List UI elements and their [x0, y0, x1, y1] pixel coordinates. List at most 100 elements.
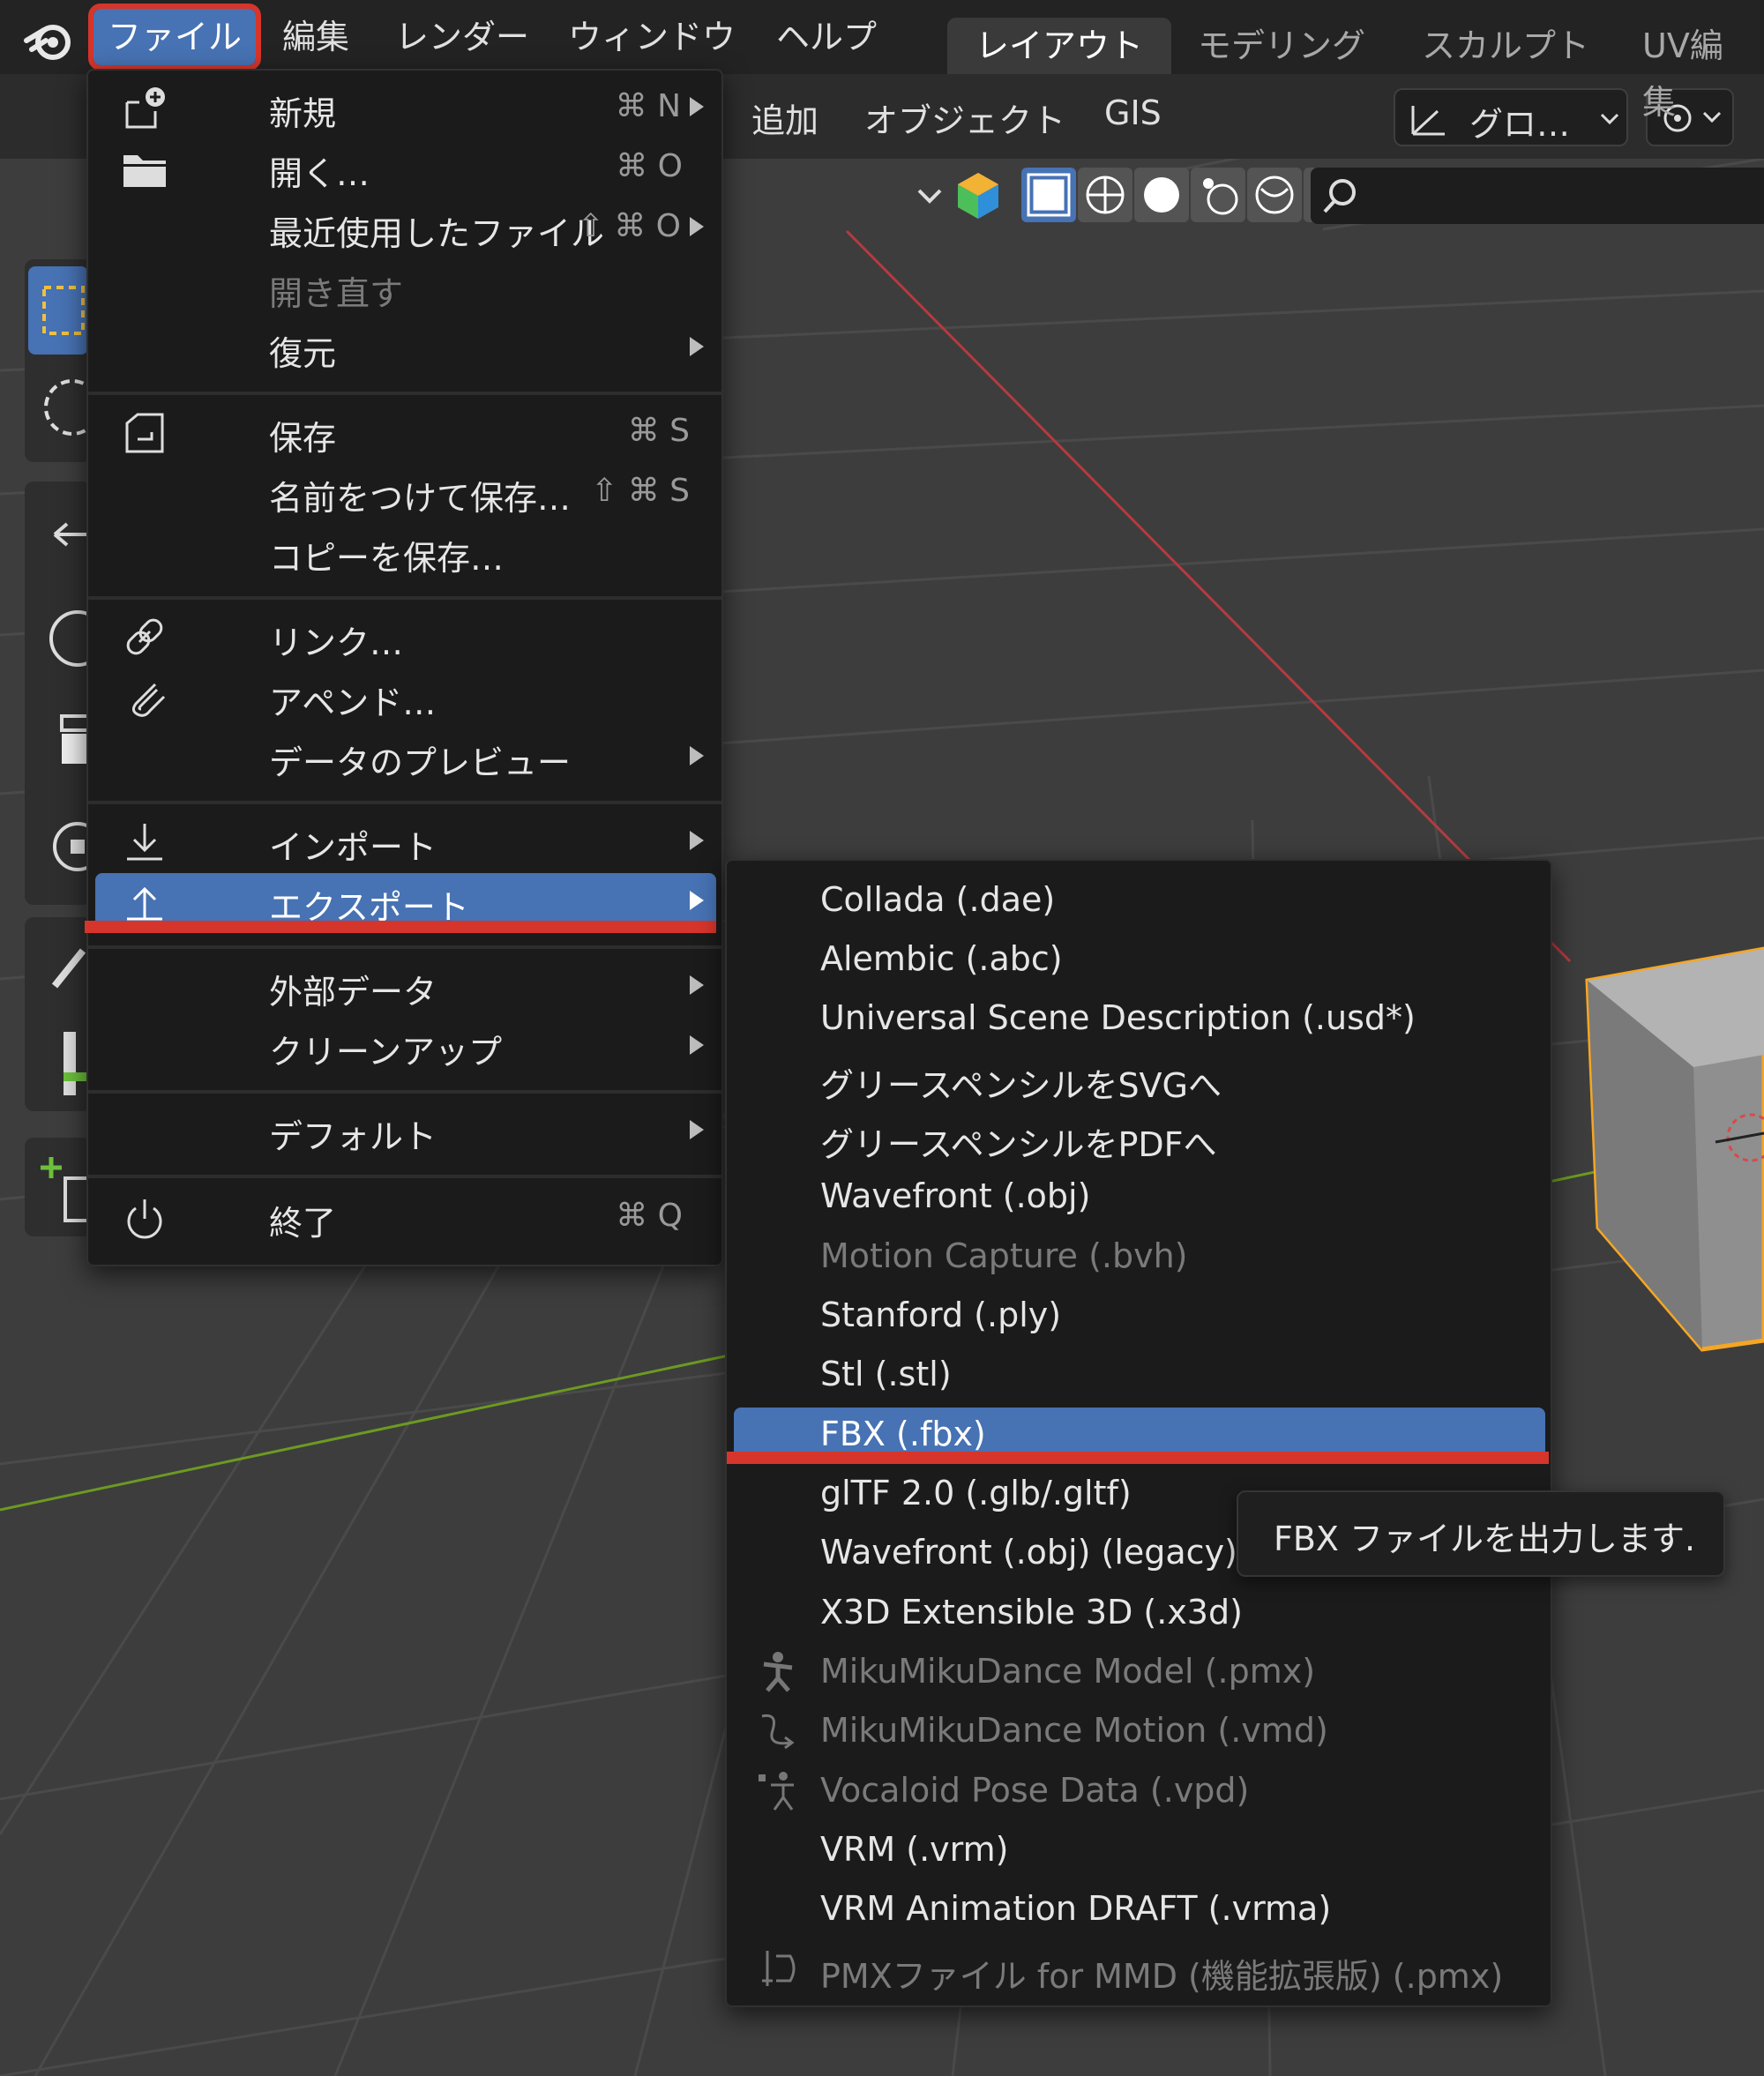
- tool-transform-button[interactable]: [28, 801, 102, 889]
- file-save-item[interactable]: 保存 ⌘ S: [95, 404, 716, 460]
- mmd-model-icon: [763, 1652, 793, 1692]
- export-item-label: PMXファイル for MMD (機能拡張版) (.pmx): [820, 1957, 1504, 1996]
- save-icon: [125, 413, 164, 453]
- export-highlight-underline: [85, 921, 716, 933]
- submenu-arrow-icon: [690, 975, 704, 995]
- top-menu-bar: ファイル 編集 レンダー ウィンドウ ヘルプ レイアウト モデリング スカルプト…: [0, 0, 1764, 122]
- file-defaults-item[interactable]: デフォルト: [95, 1102, 716, 1159]
- wireframe-shading-button[interactable]: [1078, 168, 1132, 222]
- rendered-shading-button[interactable]: [1247, 168, 1302, 222]
- file-append-item[interactable]: アペンド…: [95, 668, 716, 725]
- export-item-label: グリースペンシルをPDFへ: [820, 1125, 1217, 1164]
- chevron-down-icon[interactable]: [914, 185, 946, 206]
- tool-add-cube-button[interactable]: [28, 1143, 90, 1231]
- export-item-label: MikuMikuDance Model (.pmx): [820, 1652, 1316, 1691]
- submenu-arrow-icon: [690, 746, 704, 765]
- file-data-preview-label: データのプレビュー: [269, 743, 572, 782]
- export-pmx-extended-item: PMXファイル for MMD (機能拡張版) (.pmx): [734, 1942, 1545, 1997]
- file-save-as-label: 名前をつけて保存…: [269, 479, 572, 518]
- file-recent-label: 最近使用したファイル: [269, 214, 605, 253]
- export-gp-svg-item[interactable]: グリースペンシルをSVGへ: [734, 1051, 1545, 1106]
- tool-annotate-pen-button[interactable]: [28, 924, 88, 1012]
- export-item-label: VRM Animation DRAFT (.vrma): [820, 1889, 1332, 1928]
- file-link-label: リンク…: [269, 624, 404, 662]
- tab-layout[interactable]: レイアウト: [947, 18, 1172, 74]
- menu-file[interactable]: ファイル: [87, 4, 262, 71]
- file-recent-item[interactable]: 最近使用したファイル ⇧ ⌘ O: [95, 199, 716, 256]
- solid-shading-button[interactable]: [1134, 168, 1189, 222]
- file-save-copy-item[interactable]: コピーを保存…: [95, 524, 716, 580]
- tool-move-button[interactable]: [28, 490, 90, 579]
- export-alembic-item[interactable]: Alembic (.abc): [734, 932, 1545, 987]
- menu-window[interactable]: ウィンドウ: [554, 9, 750, 65]
- menu-separator: [88, 1090, 721, 1094]
- tool-measure-button[interactable]: [28, 1019, 88, 1108]
- file-import-item[interactable]: インポート: [95, 813, 716, 870]
- export-vrm-item[interactable]: VRM (.vrm): [734, 1823, 1545, 1878]
- export-usd-item[interactable]: Universal Scene Description (.usd*): [734, 991, 1545, 1046]
- export-stl-item[interactable]: Stl (.stl): [734, 1348, 1545, 1402]
- export-item-label: Motion Capture (.bvh): [820, 1236, 1188, 1275]
- export-obj-item[interactable]: Wavefront (.obj): [734, 1169, 1545, 1224]
- header-object-menu[interactable]: オブジェクト: [864, 93, 1065, 142]
- file-external-data-label: 外部データ: [269, 973, 437, 1012]
- export-collada-item[interactable]: Collada (.dae): [734, 873, 1545, 928]
- viewport-search-field[interactable]: [1311, 168, 1764, 224]
- blender-logo-icon[interactable]: [23, 14, 74, 65]
- export-vpd-item: Vocaloid Pose Data (.vpd): [734, 1764, 1545, 1818]
- move-icon: [53, 522, 90, 547]
- file-open-item[interactable]: 開く… ⌘ O: [95, 139, 716, 196]
- link-icon: [126, 618, 163, 655]
- menu-help[interactable]: ヘルプ: [762, 9, 891, 65]
- gizmo-color-icon[interactable]: [956, 171, 1000, 220]
- header-gis-menu[interactable]: GIS: [1104, 93, 1162, 132]
- file-quit-label: 終了: [269, 1204, 337, 1243]
- xray-toggle-button[interactable]: [1021, 168, 1076, 222]
- submenu-arrow-icon: [690, 1120, 704, 1139]
- export-submenu: Collada (.dae) Alembic (.abc) Universal …: [725, 859, 1552, 2007]
- folder-icon: [123, 155, 166, 187]
- material-shading-button[interactable]: [1191, 168, 1245, 222]
- chevron-down-icon: [1600, 113, 1619, 125]
- export-item-label: Collada (.dae): [820, 880, 1056, 919]
- file-open-shortcut: ⌘ O: [616, 148, 683, 184]
- export-ply-item[interactable]: Stanford (.ply): [734, 1288, 1545, 1343]
- menu-edit[interactable]: 編集: [268, 9, 363, 65]
- export-item-label: グリースペンシルをSVGへ: [820, 1066, 1222, 1105]
- pose-icon: [759, 1772, 794, 1811]
- tooltip-text: FBX ファイルを出力します.: [1274, 1520, 1696, 1558]
- xray-icon: [1027, 173, 1071, 217]
- export-gp-pdf-item[interactable]: グリースペンシルをPDFへ: [734, 1110, 1545, 1165]
- file-open-label: 開く…: [269, 154, 370, 193]
- tab-uv-editing[interactable]: UV編集: [1614, 18, 1764, 122]
- export-item-label: Stanford (.ply): [820, 1296, 1062, 1334]
- orientation-dropdown[interactable]: グロ…: [1394, 88, 1628, 146]
- file-cleanup-item[interactable]: クリーンアップ: [95, 1018, 716, 1074]
- tab-modeling[interactable]: モデリング: [1170, 18, 1394, 74]
- tool-rotate-button[interactable]: [28, 593, 106, 681]
- file-append-label: アペンド…: [269, 683, 437, 722]
- file-new-item[interactable]: 新規 ⌘ N: [95, 79, 716, 136]
- menu-separator: [88, 596, 721, 600]
- pmx-icon: [762, 1951, 796, 1986]
- menu-separator: [88, 1175, 721, 1178]
- tool-scale-button[interactable]: [28, 698, 90, 787]
- file-external-data-item[interactable]: 外部データ: [95, 958, 716, 1014]
- select-tool-group: [25, 259, 101, 462]
- tool-cursor-button[interactable]: [28, 363, 101, 452]
- export-bvh-item: Motion Capture (.bvh): [734, 1229, 1545, 1284]
- solid-icon: [1144, 177, 1179, 213]
- menu-render[interactable]: レンダー: [381, 9, 543, 65]
- export-vrma-item[interactable]: VRM Animation DRAFT (.vrma): [734, 1882, 1545, 1937]
- file-quit-item[interactable]: 終了 ⌘ Q: [95, 1189, 716, 1245]
- file-link-item[interactable]: リンク…: [95, 609, 716, 665]
- export-item-label: Stl (.stl): [820, 1355, 952, 1393]
- file-data-preview-item[interactable]: データのプレビュー: [95, 728, 716, 785]
- export-item-label: Vocaloid Pose Data (.vpd): [820, 1771, 1250, 1810]
- file-recover-item[interactable]: 復元: [95, 319, 716, 376]
- export-x3d-item[interactable]: X3D Extensible 3D (.x3d): [734, 1586, 1545, 1640]
- tab-sculpting[interactable]: スカルプト: [1394, 18, 1618, 74]
- file-save-as-item[interactable]: 名前をつけて保存… ⇧ ⌘ S: [95, 464, 716, 520]
- header-add-menu[interactable]: 追加: [751, 93, 818, 142]
- tool-select-box-button[interactable]: [28, 266, 88, 355]
